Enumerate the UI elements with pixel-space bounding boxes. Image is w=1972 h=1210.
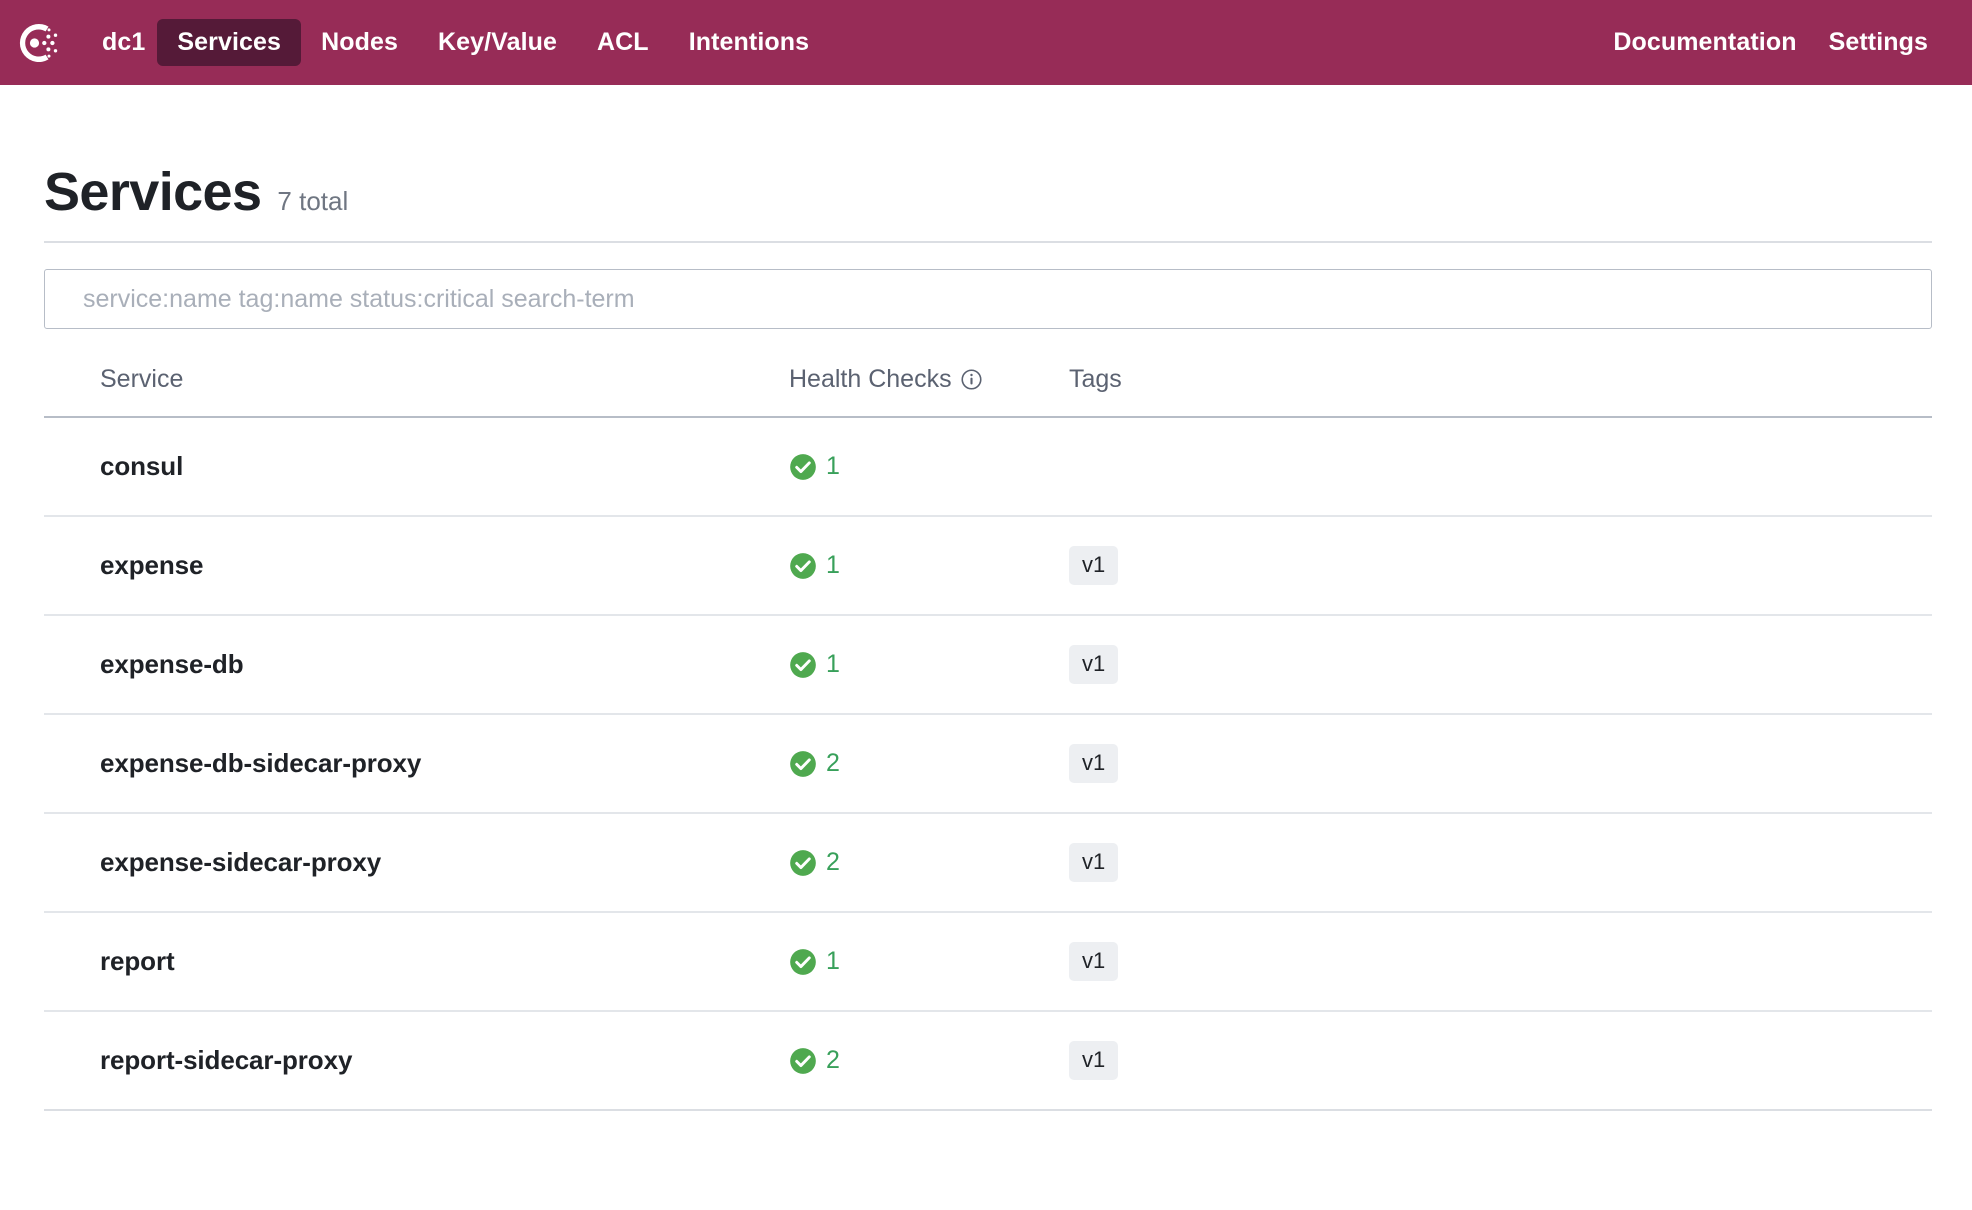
- page-header: Services 7 total: [44, 85, 1932, 243]
- tag-badge: v1: [1069, 744, 1119, 783]
- health-status: 1: [789, 651, 1069, 679]
- navbar-left-group: dc1 Services Nodes Key/Value ACL Intenti…: [14, 19, 829, 67]
- health-check-count: 1: [826, 551, 840, 579]
- page-title: Services: [44, 162, 262, 222]
- health-check-count: 2: [826, 848, 840, 876]
- service-name-link[interactable]: consul: [44, 451, 789, 482]
- service-name-cell[interactable]: report: [44, 912, 789, 1012]
- service-name-link[interactable]: report: [44, 946, 789, 977]
- check-circle-icon: [790, 750, 816, 777]
- services-table-head: Service Health Checks Tags: [44, 365, 1932, 418]
- search-container: [44, 243, 1932, 329]
- service-name-cell[interactable]: report-sidecar-proxy: [44, 1011, 789, 1111]
- column-header-tags[interactable]: Tags: [1069, 365, 1932, 418]
- nav-item-nodes[interactable]: Nodes: [301, 19, 418, 66]
- page-body: Services 7 total Service Health Checks: [0, 85, 1972, 1111]
- service-name-link[interactable]: report-sidecar-proxy: [44, 1045, 789, 1076]
- tags-cell: v1: [1069, 615, 1932, 715]
- health-status: 1: [789, 552, 1069, 580]
- check-circle-icon: [790, 849, 816, 876]
- column-header-service-label: Service: [100, 365, 184, 393]
- page-total-count: 7 total: [277, 186, 349, 216]
- nav-item-settings[interactable]: Settings: [1813, 19, 1944, 66]
- check-circle-icon: [790, 651, 816, 678]
- tags-cell: v1: [1069, 912, 1932, 1012]
- health-checks-cell: 2: [789, 813, 1069, 913]
- service-name-cell[interactable]: expense: [44, 516, 789, 616]
- search-input[interactable]: [44, 269, 1932, 329]
- service-name-link[interactable]: expense-sidecar-proxy: [44, 847, 789, 878]
- health-check-count: 1: [826, 947, 840, 975]
- content-container: Services 7 total Service Health Checks: [40, 85, 1932, 1111]
- consul-logo-icon[interactable]: [14, 19, 62, 67]
- health-status: 1: [789, 948, 1069, 976]
- service-name-link[interactable]: expense: [44, 550, 789, 581]
- navbar-right-group: Documentation Settings: [1597, 19, 1944, 66]
- top-navbar: dc1 Services Nodes Key/Value ACL Intenti…: [0, 0, 1972, 85]
- table-row[interactable]: expense 1 v1: [44, 516, 1932, 616]
- tags-cell: v1: [1069, 813, 1932, 913]
- table-header-row: Service Health Checks Tags: [44, 365, 1932, 418]
- table-row[interactable]: expense-db-sidecar-proxy 2 v1: [44, 714, 1932, 814]
- nav-item-acl[interactable]: ACL: [577, 19, 669, 66]
- health-status: 1: [789, 453, 1069, 481]
- service-name-cell[interactable]: expense-db-sidecar-proxy: [44, 714, 789, 814]
- nav-item-key-value[interactable]: Key/Value: [418, 19, 577, 66]
- tag-badge: v1: [1069, 546, 1119, 585]
- services-table: Service Health Checks Tags consul 1 expe…: [44, 365, 1932, 1111]
- health-checks-cell: 1: [789, 912, 1069, 1012]
- health-check-count: 1: [826, 650, 840, 678]
- column-header-service[interactable]: Service: [44, 365, 789, 418]
- health-checks-cell: 1: [789, 615, 1069, 715]
- navbar-datacenter-selector[interactable]: dc1: [90, 19, 157, 66]
- check-circle-icon: [790, 1047, 816, 1074]
- check-circle-icon: [790, 948, 816, 975]
- health-check-count: 2: [826, 749, 840, 777]
- health-status: 2: [789, 849, 1069, 877]
- table-row[interactable]: consul 1: [44, 417, 1932, 517]
- health-check-count: 1: [826, 452, 840, 480]
- nav-item-documentation[interactable]: Documentation: [1597, 19, 1812, 66]
- tags-cell: v1: [1069, 1011, 1932, 1111]
- tag-badge: v1: [1069, 1041, 1119, 1080]
- tags-cell: [1069, 417, 1932, 517]
- table-row[interactable]: report 1 v1: [44, 912, 1932, 1012]
- nav-item-services[interactable]: Services: [157, 19, 302, 66]
- check-circle-icon: [790, 453, 816, 480]
- service-name-link[interactable]: expense-db-sidecar-proxy: [44, 748, 789, 779]
- service-name-cell[interactable]: expense-sidecar-proxy: [44, 813, 789, 913]
- column-header-health-checks[interactable]: Health Checks: [789, 365, 1069, 418]
- column-header-tags-label: Tags: [1069, 365, 1122, 393]
- service-name-cell[interactable]: consul: [44, 417, 789, 517]
- column-header-health-checks-label: Health Checks: [789, 365, 952, 393]
- health-checks-cell: 1: [789, 516, 1069, 616]
- tag-badge: v1: [1069, 942, 1119, 981]
- services-table-body: consul 1 expense 1 v1 expense-db 1 v1 expense-db…: [44, 417, 1932, 1111]
- health-checks-cell: 1: [789, 417, 1069, 517]
- health-checks-cell: 2: [789, 1011, 1069, 1111]
- nav-item-intentions[interactable]: Intentions: [669, 19, 829, 66]
- health-checks-cell: 2: [789, 714, 1069, 814]
- service-name-cell[interactable]: expense-db: [44, 615, 789, 715]
- table-row[interactable]: report-sidecar-proxy 2 v1: [44, 1011, 1932, 1111]
- table-row[interactable]: expense-db 1 v1: [44, 615, 1932, 715]
- check-circle-icon: [790, 552, 816, 579]
- health-status: 2: [789, 1047, 1069, 1075]
- health-status: 2: [789, 750, 1069, 778]
- health-check-count: 2: [826, 1046, 840, 1074]
- service-name-link[interactable]: expense-db: [44, 649, 789, 680]
- tag-badge: v1: [1069, 645, 1119, 684]
- info-icon[interactable]: [961, 369, 982, 390]
- table-row[interactable]: expense-sidecar-proxy 2 v1: [44, 813, 1932, 913]
- tags-cell: v1: [1069, 516, 1932, 616]
- tags-cell: v1: [1069, 714, 1932, 814]
- tag-badge: v1: [1069, 843, 1119, 882]
